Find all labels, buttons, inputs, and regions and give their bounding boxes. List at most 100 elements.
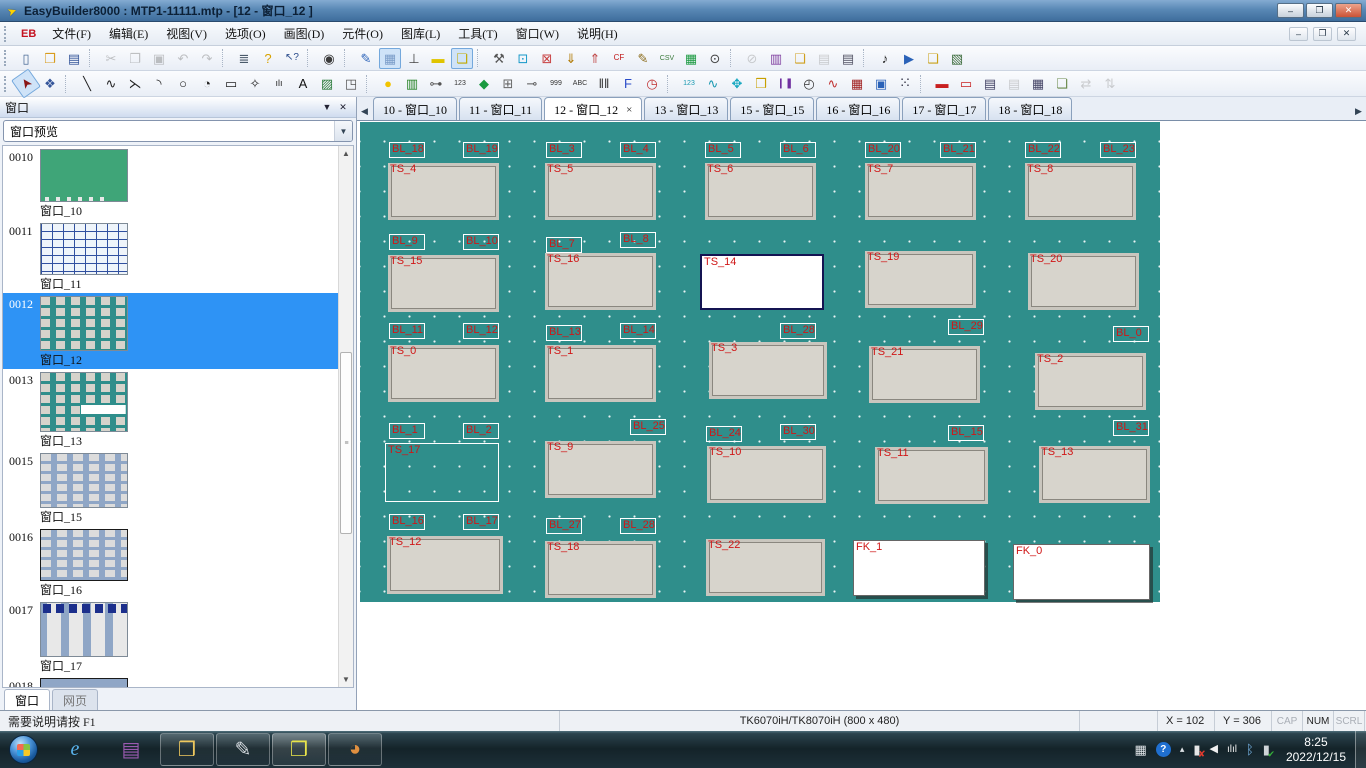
alarm-bar-icon[interactable]: ▬ (931, 73, 953, 94)
window-list-item-0010[interactable]: 0010窗口_10 (3, 146, 338, 220)
tab-scroll-left-icon[interactable]: ◀ (358, 102, 371, 120)
csv-export-icon[interactable]: CSV (656, 48, 678, 69)
canvas-object-TS_6[interactable]: TS_6 (705, 163, 816, 220)
draw-line-icon[interactable]: ╲ (76, 73, 98, 94)
barcode-object-icon[interactable]: ‖‖ (593, 73, 615, 94)
flow-block-icon[interactable]: ❒ (750, 73, 772, 94)
tab-15 - 窗口_15[interactable]: 15 - 窗口_15 (730, 97, 814, 120)
canvas-object-TS_3[interactable]: TS_3 (709, 342, 827, 399)
numeric-object-icon[interactable]: 999 (545, 73, 567, 94)
position-move-icon[interactable]: ✥ (726, 73, 748, 94)
canvas-object-FK_1[interactable]: FK_1 (853, 540, 985, 596)
canvas-object-BL_18[interactable]: BL_18 (389, 142, 425, 158)
canvas-object-BL_10[interactable]: BL_10 (463, 234, 499, 250)
window-list-item-0011[interactable]: 0011窗口_11 (3, 220, 338, 293)
grid-toggle-icon[interactable]: ▦ (379, 48, 401, 69)
design-canvas[interactable]: BL_18BL_19BL_3BL_4BL_5BL_6BL_20BL_21BL_2… (360, 122, 1160, 602)
draw-pie-icon[interactable]: ◔ (196, 73, 218, 94)
draw-text-icon[interactable]: A (292, 73, 314, 94)
menu-item-窗口(W)[interactable]: 窗口(W) (507, 22, 568, 45)
canvas-object-TS_4[interactable]: TS_4 (388, 163, 499, 220)
chevron-down-icon[interactable]: ▼ (334, 121, 352, 141)
layer-display-icon[interactable]: ❏ (451, 48, 473, 69)
canvas-object-TS_14[interactable]: TS_14 (700, 254, 824, 310)
canvas-object-TS_12[interactable]: TS_12 (387, 536, 503, 594)
ascii-object-icon[interactable]: ABC (569, 73, 591, 94)
taskbar-clock[interactable]: 8:25 2022/12/15 (1277, 731, 1355, 768)
taskbar-easybuilder[interactable]: ❒ (272, 733, 326, 766)
tray-help[interactable]: ? (1156, 742, 1171, 757)
tab-webpage[interactable]: 网页 (52, 689, 98, 710)
tray-bluetooth[interactable]: ᛒ (1246, 743, 1254, 756)
canvas-object-TS_21[interactable]: TS_21 (869, 346, 980, 403)
word-lamp-icon[interactable]: ▥ (401, 73, 423, 94)
meter-display-icon[interactable]: ◴ (798, 73, 820, 94)
canvas-object-BL_27[interactable]: BL_27 (546, 518, 582, 534)
draw-arc-icon[interactable]: ◝ (148, 73, 170, 94)
window-list-icon[interactable]: ▤ (837, 48, 859, 69)
canvas-object-TS_13[interactable]: TS_13 (1039, 446, 1150, 503)
window-list-item-0012[interactable]: 0012窗口_12 (3, 293, 338, 369)
canvas-object-TS_15[interactable]: TS_15 (388, 255, 499, 312)
set-bit-icon[interactable]: ⊶ (425, 73, 447, 94)
window-list-item-0017[interactable]: 0017窗口_17 (3, 599, 338, 675)
canvas-object-BL_13[interactable]: BL_13 (546, 325, 582, 341)
canvas-object-BL_0[interactable]: BL_0 (1113, 326, 1149, 342)
object-attributes-icon[interactable]: ❖ (39, 73, 61, 94)
pen-style-icon[interactable]: ✎ (355, 48, 377, 69)
tab-16 - 窗口_16[interactable]: 16 - 窗口_16 (816, 97, 900, 120)
scrollbar-thumb[interactable]: ≡ (340, 352, 352, 534)
scroll-down-icon[interactable]: ▼ (339, 672, 353, 687)
save-file-icon[interactable]: ▤ (63, 48, 85, 69)
menu-item-图库(L)[interactable]: 图库(L) (392, 22, 449, 45)
history-data-display-icon[interactable]: ▦ (846, 73, 868, 94)
menu-item-文件(F)[interactable]: 文件(F) (43, 22, 100, 45)
canvas-object-TS_1[interactable]: TS_1 (545, 345, 656, 402)
set-word-icon[interactable]: 123 (449, 73, 471, 94)
taskbar-winrar[interactable]: ▤ (104, 733, 158, 766)
canvas-object-BL_4[interactable]: BL_4 (620, 142, 656, 158)
alarm-display-icon[interactable]: ▭ (955, 73, 977, 94)
bar-graph-icon[interactable]: ❙❚ (774, 73, 796, 94)
restore-button[interactable]: ❐ (1306, 3, 1333, 18)
window-list-item-0016[interactable]: 0016窗口_16 (3, 526, 338, 599)
canvas-object-TS_9[interactable]: TS_9 (545, 441, 656, 498)
canvas-object-TS_22[interactable]: TS_22 (706, 539, 825, 596)
canvas-object-FK_0[interactable]: FK_0 (1013, 544, 1150, 600)
menu-item-工具(T)[interactable]: 工具(T) (449, 22, 506, 45)
minimize-button[interactable]: – (1277, 3, 1304, 18)
canvas-object-BL_20[interactable]: BL_20 (865, 142, 901, 158)
tag-library-icon[interactable]: ❑ (922, 48, 944, 69)
offline-simulation-icon[interactable]: ⊡ (512, 48, 534, 69)
panel-close-icon[interactable]: ✕ (335, 100, 351, 115)
canvas-object-TS_20[interactable]: TS_20 (1028, 253, 1139, 310)
canvas-object-BL_7[interactable]: BL_7 (546, 237, 582, 253)
menu-item-说明(H)[interactable]: 说明(H) (568, 22, 627, 45)
canvas-object-TS_7[interactable]: TS_7 (865, 163, 976, 220)
canvas-object-BL_29[interactable]: BL_29 (948, 319, 984, 335)
draw-circle-icon[interactable]: ○ (172, 73, 194, 94)
xy-plot-icon[interactable]: ⁙ (894, 73, 916, 94)
taskbar-internet-explorer[interactable]: e (48, 733, 102, 766)
tab-10 - 窗口_10[interactable]: 10 - 窗口_10 (373, 97, 457, 120)
menu-item-视图(V)[interactable]: 视图(V) (157, 22, 216, 45)
child-restore-button[interactable]: ❐ (1313, 27, 1332, 41)
child-close-button[interactable]: ✕ (1337, 27, 1356, 41)
canvas-object-BL_30[interactable]: BL_30 (780, 424, 816, 440)
menu-item-元件(O)[interactable]: 元件(O) (333, 22, 392, 45)
tab-17 - 窗口_17[interactable]: 17 - 窗口_17 (902, 97, 986, 120)
window-color-icon[interactable]: ▬ (427, 48, 449, 69)
draw-panel-icon[interactable]: ◳ (340, 73, 362, 94)
draw-scale-icon[interactable]: ılı (268, 73, 290, 94)
tray-show-hidden-icons[interactable]: ▴ (1180, 745, 1185, 754)
window-thumbnail-0018[interactable] (40, 678, 128, 688)
tab-scroll-right-icon[interactable]: ▶ (1352, 102, 1365, 120)
canvas-object-BL_9[interactable]: BL_9 (389, 234, 425, 250)
draw-spline-icon[interactable]: ∿ (100, 73, 122, 94)
canvas-object-BL_14[interactable]: BL_14 (620, 323, 656, 339)
cf-card-icon[interactable]: CF (608, 48, 630, 69)
system-monitor-icon[interactable]: ⊙ (704, 48, 726, 69)
new-file-icon[interactable]: ▯ (15, 48, 37, 69)
memo-pad-icon[interactable]: ▧ (946, 48, 968, 69)
backup-object-icon[interactable]: ❏ (1051, 73, 1073, 94)
